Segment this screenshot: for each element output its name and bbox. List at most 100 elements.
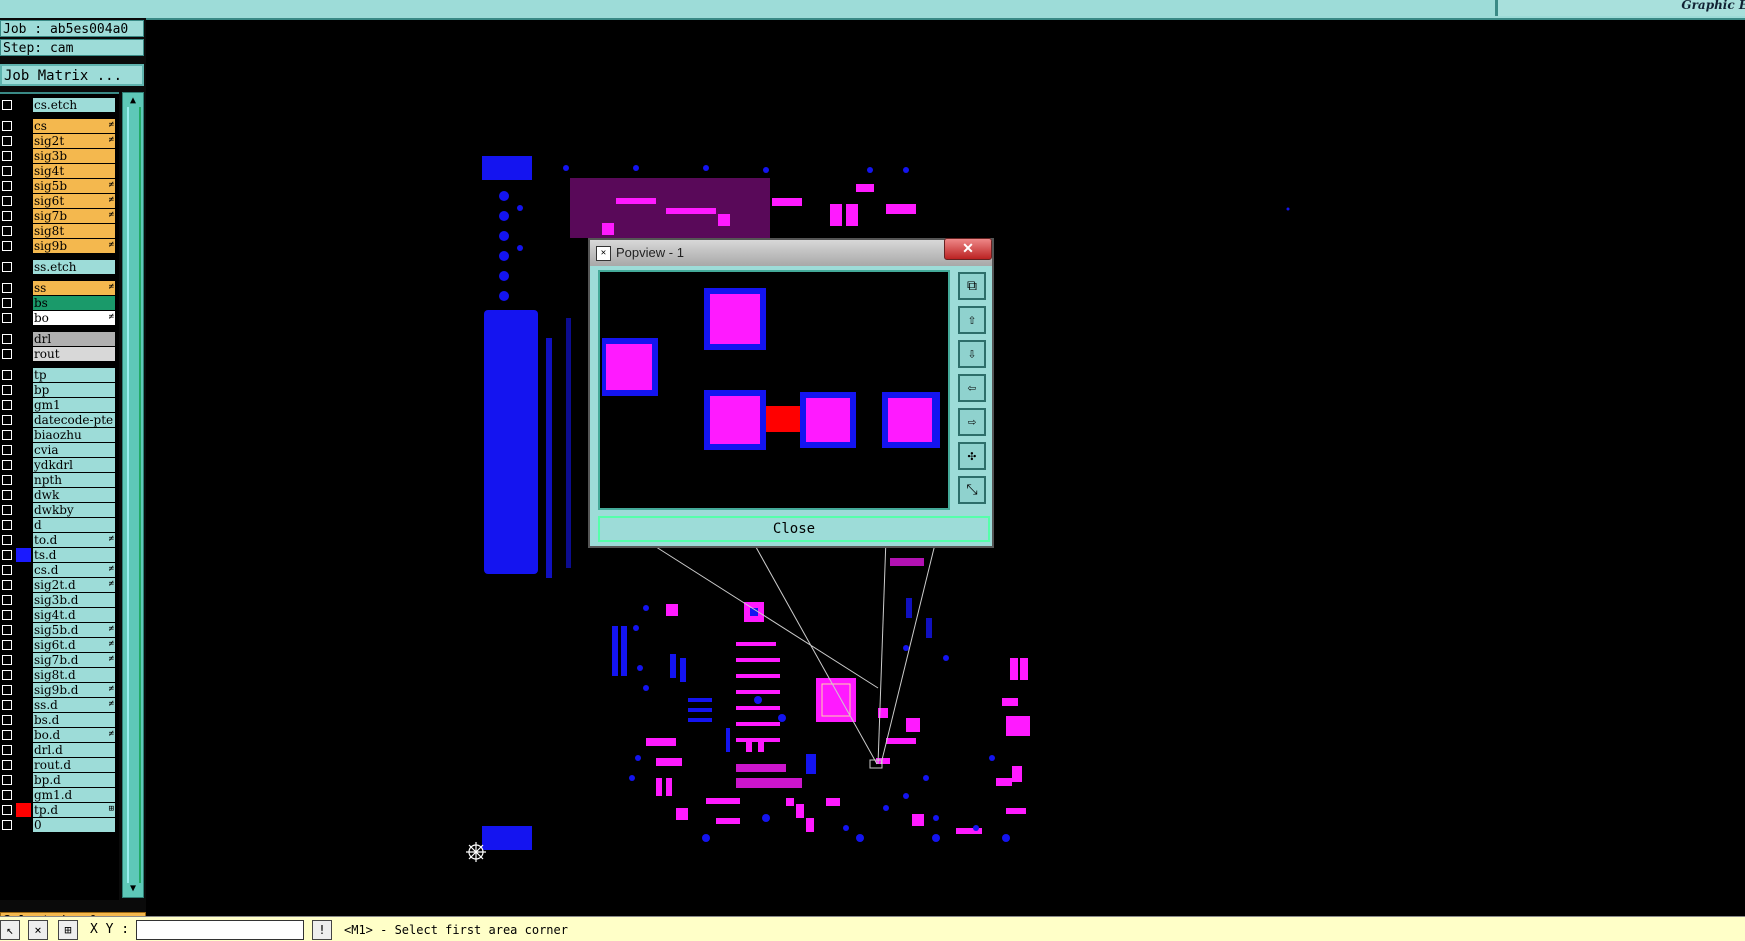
- layer-row[interactable]: bo ≠: [0, 311, 117, 325]
- layer-label[interactable]: bs.d: [33, 713, 115, 727]
- layer-checkbox[interactable]: [2, 715, 12, 725]
- layer-checkbox[interactable]: [2, 226, 12, 236]
- layer-row[interactable]: bp.d: [0, 773, 117, 787]
- layer-label[interactable]: d: [33, 518, 115, 532]
- layer-row[interactable]: npth: [0, 473, 117, 487]
- layer-row[interactable]: ts.d: [0, 548, 117, 562]
- layer-checkbox[interactable]: [2, 730, 12, 740]
- layer-color-swatch[interactable]: [16, 296, 31, 310]
- layer-row[interactable]: ydkdrl: [0, 458, 117, 472]
- layer-checkbox[interactable]: [2, 670, 12, 680]
- layer-label[interactable]: biaozhu: [33, 428, 115, 442]
- pan-left-icon[interactable]: ⇦: [958, 374, 986, 402]
- layer-color-swatch[interactable]: [16, 224, 31, 238]
- layer-row[interactable]: drl.d: [0, 743, 117, 757]
- layer-row[interactable]: sig6t ≠: [0, 194, 117, 208]
- layer-checkbox[interactable]: [2, 313, 12, 323]
- layer-color-swatch[interactable]: [16, 239, 31, 253]
- layer-row[interactable]: gm1.d: [0, 788, 117, 802]
- layer-label[interactable]: rout: [33, 347, 115, 361]
- layer-checkbox[interactable]: [2, 820, 12, 830]
- job-matrix-button[interactable]: Job Matrix ...: [0, 64, 144, 86]
- layer-label[interactable]: gm1.d: [33, 788, 115, 802]
- layer-label[interactable]: drl.d: [33, 743, 115, 757]
- layer-checkbox[interactable]: [2, 520, 12, 530]
- layer-color-swatch[interactable]: [16, 443, 31, 457]
- layer-checkbox[interactable]: [2, 283, 12, 293]
- pan-right-icon[interactable]: ⇨: [958, 408, 986, 436]
- layer-checkbox[interactable]: [2, 100, 12, 110]
- layer-row[interactable]: cs ≠: [0, 119, 117, 133]
- scroll-thumb[interactable]: [127, 107, 141, 883]
- layer-color-swatch[interactable]: [16, 398, 31, 412]
- layer-checkbox[interactable]: [2, 166, 12, 176]
- select-tool-icon[interactable]: ↖: [0, 920, 20, 940]
- layer-checkbox[interactable]: [2, 445, 12, 455]
- layer-row[interactable]: sig5b.d ≠: [0, 623, 117, 637]
- layer-checkbox[interactable]: [2, 241, 12, 251]
- layer-color-swatch[interactable]: [16, 638, 31, 652]
- layer-color-swatch[interactable]: [16, 623, 31, 637]
- layer-color-swatch[interactable]: [16, 653, 31, 667]
- layer-checkbox[interactable]: [2, 595, 12, 605]
- layer-color-swatch[interactable]: [16, 194, 31, 208]
- layer-label[interactable]: bo: [33, 311, 115, 325]
- info-icon[interactable]: !: [312, 920, 332, 940]
- layer-checkbox[interactable]: [2, 121, 12, 131]
- popview-close-button[interactable]: Close: [598, 516, 990, 542]
- layer-color-swatch[interactable]: [16, 428, 31, 442]
- layer-checkbox[interactable]: [2, 370, 12, 380]
- layer-row[interactable]: sig2t.d ≠: [0, 578, 117, 592]
- layer-label[interactable]: sig4t: [33, 164, 115, 178]
- layer-label[interactable]: ts.d: [33, 548, 115, 562]
- layer-checkbox[interactable]: [2, 580, 12, 590]
- layer-row[interactable]: sig8t.d: [0, 668, 117, 682]
- layer-color-swatch[interactable]: [16, 458, 31, 472]
- layer-color-swatch[interactable]: [16, 488, 31, 502]
- layer-color-swatch[interactable]: [16, 683, 31, 697]
- layer-checkbox[interactable]: [2, 181, 12, 191]
- layer-checkbox[interactable]: [2, 775, 12, 785]
- layer-label[interactable]: sig5b: [33, 179, 115, 193]
- layer-checkbox[interactable]: [2, 400, 12, 410]
- layer-label[interactable]: sig4t.d: [33, 608, 115, 622]
- layer-label[interactable]: sig9b: [33, 239, 115, 253]
- layer-row[interactable]: bp: [0, 383, 117, 397]
- layer-color-swatch[interactable]: [16, 347, 31, 361]
- layer-checkbox[interactable]: [2, 385, 12, 395]
- layer-row[interactable]: sig5b ≠: [0, 179, 117, 193]
- layer-color-swatch[interactable]: [16, 518, 31, 532]
- layer-checkbox[interactable]: [2, 640, 12, 650]
- layer-label[interactable]: tp.d: [33, 803, 115, 817]
- layer-label[interactable]: sig6t.d: [33, 638, 115, 652]
- layer-row[interactable]: cvia: [0, 443, 117, 457]
- layer-row[interactable]: sig4t: [0, 164, 117, 178]
- layer-label[interactable]: cs.etch: [33, 98, 115, 112]
- layer-checkbox[interactable]: [2, 490, 12, 500]
- layer-color-swatch[interactable]: [16, 563, 31, 577]
- layer-label[interactable]: sig6t: [33, 194, 115, 208]
- layer-label[interactable]: ss: [33, 281, 115, 295]
- layer-checkbox[interactable]: [2, 505, 12, 515]
- layer-label[interactable]: sig5b.d: [33, 623, 115, 637]
- layer-label[interactable]: bo.d: [33, 728, 115, 742]
- layer-color-swatch[interactable]: [16, 413, 31, 427]
- layer-label[interactable]: gm1: [33, 398, 115, 412]
- layer-color-swatch[interactable]: [16, 668, 31, 682]
- layer-row[interactable]: tp: [0, 368, 117, 382]
- pan-up-icon[interactable]: ⇧: [958, 306, 986, 334]
- layer-color-swatch[interactable]: [16, 332, 31, 346]
- layer-color-swatch[interactable]: [16, 578, 31, 592]
- layer-checkbox[interactable]: [2, 262, 12, 272]
- layer-row[interactable]: to.d ≠: [0, 533, 117, 547]
- layer-row[interactable]: gm1: [0, 398, 117, 412]
- layer-list[interactable]: cs.etch cs ≠ sig2t ≠ sig3b sig4t sig5b ≠ sig6t ≠ si…: [0, 92, 119, 900]
- layer-row[interactable]: sig3b: [0, 149, 117, 163]
- layer-label[interactable]: cvia: [33, 443, 115, 457]
- layer-row[interactable]: dwkby: [0, 503, 117, 517]
- layer-checkbox[interactable]: [2, 790, 12, 800]
- zoom-home-icon[interactable]: ⤡: [958, 476, 986, 504]
- layer-label[interactable]: bs: [33, 296, 115, 310]
- layer-row[interactable]: rout.d: [0, 758, 117, 772]
- layer-row[interactable]: sig8t: [0, 224, 117, 238]
